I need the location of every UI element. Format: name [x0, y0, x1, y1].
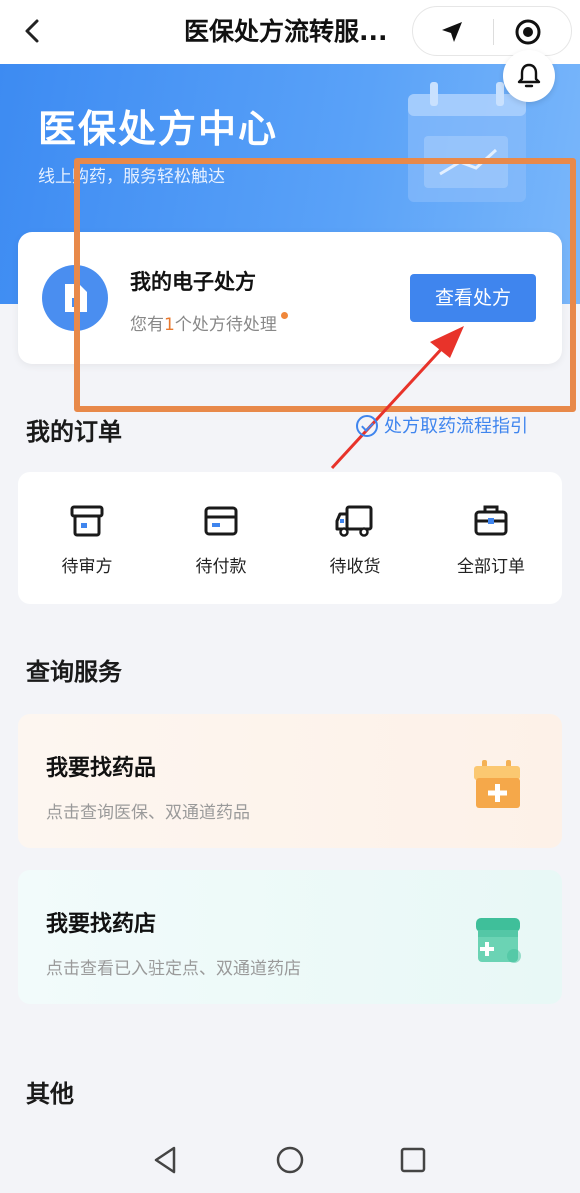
- unread-dot: [280, 312, 288, 319]
- order-label: 待付款: [195, 557, 247, 577]
- find-drug-subtitle: 点击查询医保、双通道药品: [46, 803, 250, 823]
- prescription-pending-text: 您有1个处方待处理: [130, 310, 288, 335]
- pending-payment-icon: [204, 506, 238, 536]
- prescription-card: 我的电子处方 您有1个处方待处理 查看处方: [18, 232, 562, 364]
- system-recent-button[interactable]: [398, 1144, 428, 1180]
- order-tab-pending-payment[interactable]: 待付款: [166, 502, 276, 582]
- find-pharmacy-subtitle: 点击查看已入驻定点、双通道药店: [46, 959, 301, 979]
- pickup-guide-label: 处方取药流程指引: [384, 416, 528, 437]
- query-section-title: 查询服务: [26, 658, 122, 686]
- pharmacy-store-icon: [476, 918, 521, 963]
- hero-title: 医保处方中心: [38, 107, 279, 151]
- notification-button[interactable]: [503, 50, 555, 102]
- back-button[interactable]: [18, 16, 48, 46]
- top-navbar: 医保处方流转服...: [0, 0, 580, 64]
- close-mini-program-button[interactable]: [513, 17, 543, 47]
- pending-review-icon: [70, 505, 104, 537]
- order-tab-pending-delivery[interactable]: 待收货: [300, 502, 410, 582]
- order-tab-all-orders[interactable]: 全部订单: [436, 502, 546, 582]
- location-button[interactable]: [437, 17, 467, 47]
- find-pharmacy-title: 我要找药店: [46, 912, 157, 937]
- prescription-document-icon: [65, 284, 87, 312]
- pending-prefix: 您有: [130, 315, 164, 335]
- triangle-back-icon: [154, 1146, 176, 1174]
- hero-subtitle: 线上购药，服务轻松触达: [38, 167, 225, 187]
- orders-card: 待审方 待付款 待收货 全部订单: [18, 472, 562, 604]
- find-pharmacy-card[interactable]: 我要找药店 点击查看已入驻定点、双通道药店: [18, 870, 562, 1004]
- location-arrow-icon: [442, 22, 462, 42]
- find-drug-title: 我要找药品: [46, 756, 157, 781]
- find-drug-card[interactable]: 我要找药品 点击查询医保、双通道药品: [18, 714, 562, 848]
- bell-icon: [517, 63, 541, 88]
- page-title: 医保处方流转服...: [184, 17, 388, 46]
- capsule-divider: [493, 19, 494, 45]
- view-prescription-button[interactable]: 查看处方: [410, 274, 536, 322]
- order-label: 待审方: [61, 557, 113, 577]
- order-label: 待收货: [329, 557, 381, 577]
- record-target-icon: [515, 19, 541, 45]
- mini-program-capsule: [412, 6, 572, 56]
- order-label: 全部订单: [457, 557, 525, 577]
- pending-suffix: 个处方待处理: [174, 315, 277, 335]
- pending-count: 1: [164, 315, 175, 335]
- pickup-guide-link[interactable]: 处方取药流程指引: [356, 414, 528, 440]
- system-navigation-bar: [0, 1130, 580, 1193]
- chevron-left-icon: [25, 19, 39, 43]
- check-circle-icon: [356, 415, 378, 437]
- order-tab-pending-review[interactable]: 待审方: [32, 502, 142, 582]
- square-recent-icon: [400, 1147, 426, 1173]
- system-home-button[interactable]: [274, 1144, 306, 1180]
- briefcase-icon: [474, 505, 508, 536]
- other-section-title: 其他: [26, 1080, 74, 1108]
- prescription-avatar: [42, 265, 108, 331]
- orders-section-title: 我的订单: [26, 418, 122, 446]
- circle-home-icon: [276, 1146, 304, 1174]
- prescription-title: 我的电子处方: [130, 270, 256, 294]
- delivery-truck-icon: [335, 505, 373, 537]
- medicine-box-icon: [474, 760, 520, 808]
- system-back-button[interactable]: [150, 1144, 180, 1180]
